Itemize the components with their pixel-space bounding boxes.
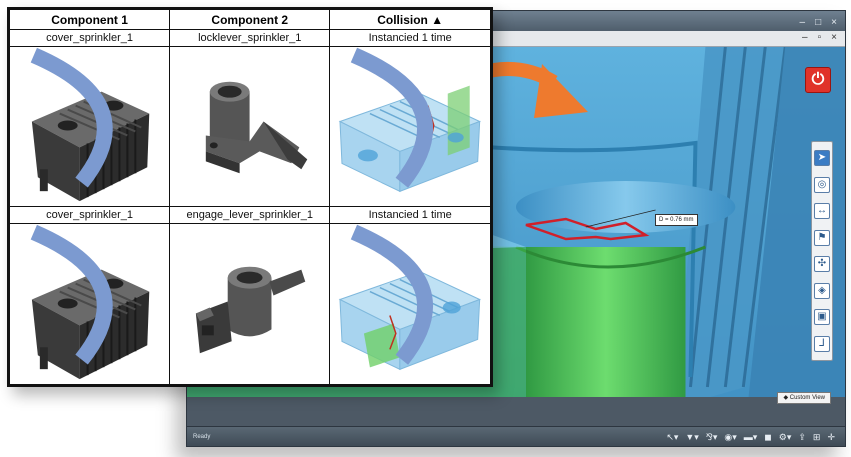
statusbar-tools: ↖▾ ▼▾ ⅋▾ ◉▾ ▬▾ ◼ ⚙▾ ⇪ ⊞ ✛ [666,430,835,444]
collision-table: Component 1 Component 2 Collision ▲ cove… [8,9,491,385]
header-component-2[interactable]: Component 2 [169,9,331,30]
custom-view-label: Custom View [789,395,825,401]
cursor-icon [351,224,434,365]
explode-icon[interactable]: ✣ [814,256,830,273]
engage-lever-sprinkler-image [196,266,306,353]
collision-table-panel: Component 1 Component 2 Collision ▲ cove… [7,7,493,387]
row1-collision-thumbnail[interactable] [329,45,491,208]
minimize-icon[interactable]: – [800,13,806,33]
table-image-row[interactable] [8,45,491,208]
pointer-icon[interactable]: ↖▾ [666,430,678,444]
table-header-row: Component 1 Component 2 Collision ▲ [8,9,491,30]
cube-icon[interactable]: ◼ [764,430,771,444]
row1-component1-thumbnail[interactable] [8,45,171,208]
status-text: Ready [193,434,211,440]
header-component-1[interactable]: Component 1 [8,9,171,30]
select-icon[interactable]: ➤ [814,150,830,167]
dimension-label: D = 0.76 mm [655,214,698,226]
section-icon[interactable]: ◎ [814,176,830,193]
custom-view-button[interactable]: ◆ Custom View [777,392,831,404]
cursor-icon [30,225,113,365]
header-collision[interactable]: Collision ▲ [329,9,491,30]
annotate-icon[interactable]: ⚑ [814,229,830,246]
tree-icon[interactable]: ⅋▾ [706,430,718,444]
grid-icon[interactable]: ⊞ [813,430,821,444]
pan-icon[interactable]: ✛ [827,430,835,444]
cursor-icon [351,47,434,188]
document-window-controls: – ▫ × [802,32,837,43]
view-icon[interactable]: ◈ [814,282,830,299]
doc-restore-icon[interactable]: ▫ [818,32,822,43]
doc-close-icon[interactable]: × [831,32,837,43]
eye-icon[interactable]: ◉▾ [724,430,736,444]
maximize-icon[interactable]: □ [815,13,821,33]
fit-icon[interactable]: ▣ [814,309,830,326]
row1-component2: locklever_sprinkler_1 [169,29,331,47]
row2-component1-thumbnail[interactable] [8,223,171,385]
row2-component2-thumbnail[interactable] [169,223,331,385]
table-image-row[interactable] [8,223,491,385]
camera-icon[interactable]: ▬▾ [744,430,758,444]
row2-collision-thumbnail[interactable] [329,223,491,385]
filter-icon[interactable]: ▼▾ [685,430,698,444]
header-collision-label: Collision [377,12,428,27]
right-toolbar: ➤ ◎ ↔ ⚑ ✣ ◈ ▣ ⅃ [811,141,833,361]
window-controls: – □ × [800,13,837,33]
row2-component2: engage_lever_sprinkler_1 [169,206,331,225]
row1-component2-thumbnail[interactable] [169,45,331,208]
cursor-icon [30,47,113,188]
settings-icon[interactable]: ⚙▾ [779,430,792,444]
sort-ascending-icon: ▲ [431,12,444,27]
axis-icon[interactable]: ⅃ [814,335,830,352]
locklever-sprinkler-image [205,81,308,174]
doc-minimize-icon[interactable]: – [802,32,808,43]
close-icon[interactable]: × [831,13,837,33]
power-icon: ⏻ [811,71,825,88]
measure-icon[interactable]: ↔ [814,203,830,220]
power-button[interactable]: ⏻ [805,67,831,93]
statusbar: Ready ↖▾ ▼▾ ⅋▾ ◉▾ ▬▾ ◼ ⚙▾ ⇪ ⊞ ✛ [187,426,845,446]
export-icon[interactable]: ⇪ [798,430,806,444]
